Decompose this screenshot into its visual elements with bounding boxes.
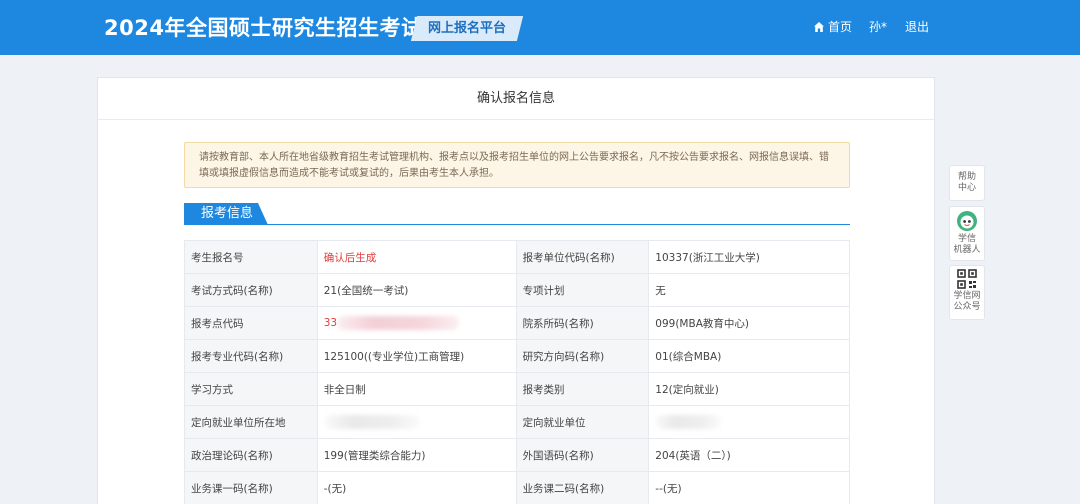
table-row: 考生报名号 确认后生成 报考单位代码(名称) 10337(浙江工业大学)	[184, 240, 850, 274]
field-value-redacted	[316, 405, 517, 439]
field-label: 研究方向码(名称)	[515, 339, 650, 373]
table-row: 业务课一码(名称) -(无) 业务课二码(名称) --(无)	[184, 471, 850, 504]
redaction-blur	[323, 415, 420, 429]
help-label-line2: 中心	[957, 183, 976, 193]
field-value: 无	[648, 273, 850, 307]
field-value: --(无)	[648, 471, 850, 504]
notice-box: 请按教育部、本人所在地省级教育招生考试管理机构、报考点以及报考招生单位的网上公告…	[184, 142, 850, 188]
info-table: 考生报名号 确认后生成 报考单位代码(名称) 10337(浙江工业大学) 考试方…	[184, 240, 850, 504]
field-label: 院系所码(名称)	[515, 306, 650, 340]
field-label: 定向就业单位	[515, 405, 650, 439]
robot-icon	[957, 211, 977, 231]
qr-label-line2: 公众号	[953, 302, 981, 312]
wechat-qr-button[interactable]: 学信网 公众号	[949, 265, 985, 320]
table-row: 报考点代码 33 院系所码(名称) 099(MBA教育中心)	[184, 306, 850, 340]
field-label: 报考专业代码(名称)	[184, 339, 318, 373]
robot-button[interactable]: 学信 机器人	[949, 206, 985, 261]
field-value-redacted: 33	[316, 306, 517, 340]
field-value: 21(全国统一考试)	[316, 273, 517, 307]
table-row: 学习方式 非全日制 报考类别 12(定向就业)	[184, 372, 850, 406]
field-label: 报考类别	[515, 372, 650, 406]
qr-label-line1: 学信网	[953, 291, 981, 301]
exam-site-code-prefix: 33	[323, 317, 338, 329]
field-label: 外国语码(名称)	[515, 438, 650, 472]
field-value-redacted	[648, 405, 850, 439]
robot-label-line2: 机器人	[953, 245, 981, 255]
redaction-blur	[655, 415, 722, 429]
field-label: 定向就业单位所在地	[184, 405, 318, 439]
confirm-card: 确认报名信息 请按教育部、本人所在地省级教育招生考试管理机构、报考点以及报考招生…	[97, 77, 935, 504]
nav-home-link[interactable]: 首页	[813, 18, 852, 35]
field-label: 业务课二码(名称)	[515, 471, 650, 504]
section-title: 报考信息	[201, 206, 254, 221]
section-header: 报考信息	[184, 203, 850, 225]
field-label: 报考点代码	[184, 306, 318, 340]
nav-home-label: 首页	[828, 20, 853, 34]
field-label: 业务课一码(名称)	[184, 471, 318, 504]
help-label-line1: 帮助	[957, 172, 976, 182]
table-row: 考试方式码(名称) 21(全国统一考试) 专项计划 无	[184, 273, 850, 307]
nav-user-link[interactable]: 孙*	[869, 18, 887, 35]
field-label: 考试方式码(名称)	[184, 273, 318, 307]
field-value: -(无)	[316, 471, 517, 504]
field-label: 考生报名号	[184, 240, 318, 274]
field-value: 12(定向就业)	[648, 372, 850, 406]
table-row: 报考专业代码(名称) 125100((专业学位)工商管理) 研究方向码(名称) …	[184, 339, 850, 373]
table-row: 政治理论码(名称) 199(管理类综合能力) 外国语码(名称) 204(英语（二…	[184, 438, 850, 472]
field-value: 确认后生成	[316, 240, 517, 274]
field-value: 204(英语（二）)	[648, 438, 850, 472]
field-value: 125100((专业学位)工商管理)	[316, 339, 517, 373]
field-value: 非全日制	[316, 372, 517, 406]
field-label: 学习方式	[184, 372, 318, 406]
field-value: 199(管理类综合能力)	[316, 438, 517, 472]
top-header: 2024年全国硕士研究生招生考试 网上报名平台 首页 孙* 退出	[0, 0, 1080, 55]
card-title: 确认报名信息	[98, 78, 934, 120]
field-value: 01(综合MBA)	[648, 339, 850, 373]
site-title: 2024年全国硕士研究生招生考试	[104, 16, 423, 40]
home-icon	[814, 21, 824, 32]
robot-label-line1: 学信	[957, 234, 976, 244]
platform-badge: 网上报名平台	[410, 16, 524, 41]
qr-code-icon	[957, 269, 977, 289]
table-row: 定向就业单位所在地 定向就业单位	[184, 405, 850, 439]
field-label: 报考单位代码(名称)	[515, 240, 650, 274]
field-value: 10337(浙江工业大学)	[648, 240, 850, 274]
field-value: 099(MBA教育中心)	[648, 306, 850, 340]
section-tab: 报考信息	[184, 203, 268, 225]
redaction-blur	[337, 316, 460, 330]
nav-logout-link[interactable]: 退出	[905, 18, 929, 35]
platform-label: 网上报名平台	[427, 21, 506, 36]
field-label: 专项计划	[515, 273, 650, 307]
help-center-button[interactable]: 帮助 中心	[949, 165, 985, 201]
field-label: 政治理论码(名称)	[184, 438, 318, 472]
